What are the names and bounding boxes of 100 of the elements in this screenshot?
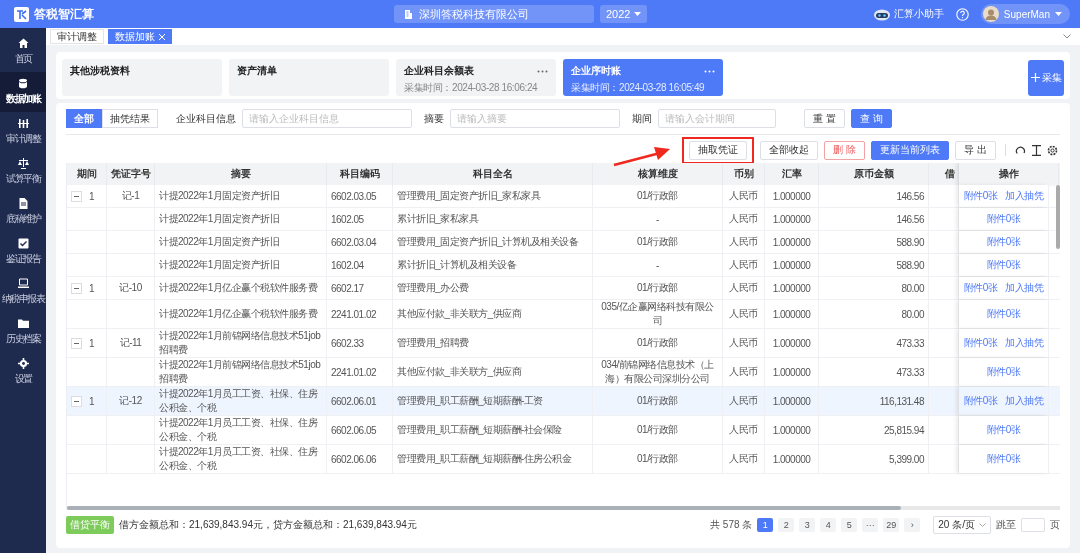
balance-badge: 借贷平衡 — [66, 516, 114, 534]
attachment-link[interactable]: 附件0张 — [986, 307, 1021, 321]
assistant-button[interactable]: 汇算小助手 — [872, 7, 944, 21]
attachment-link[interactable]: 附件0张 — [963, 336, 998, 350]
attachment-link[interactable]: 附件0张 — [963, 189, 998, 203]
scrollbar[interactable] — [67, 506, 902, 510]
summary-cell: 计提2022年1月固定资产折旧 — [159, 258, 280, 272]
page-button[interactable]: 3 — [799, 518, 816, 532]
attachment-link[interactable]: 附件0张 — [986, 258, 1021, 272]
chevron-down-icon[interactable] — [1063, 34, 1071, 39]
sidebar-item[interactable]: 设置 — [0, 352, 46, 392]
code-cell: 6602.33 — [331, 337, 364, 349]
source-card[interactable]: 企业序时账 采集时间：2024-03-28 16:05:49 — [563, 59, 723, 96]
dimension-cell: 01/行政部 — [637, 189, 678, 203]
scrollbar[interactable] — [1056, 185, 1060, 249]
table-row[interactable]: 计提2022年1月固定资产折旧 6602.03.04 管理费用_固定资产折旧_计算机及相关设备 01/行政部 人民币 1.000000 588.90 附件0张 — [67, 231, 1060, 254]
sidebar-item[interactable]: 首页 — [0, 32, 46, 72]
page-button[interactable]: 29 — [883, 518, 900, 532]
attachment-link[interactable]: 附件0张 — [986, 452, 1021, 466]
attachment-link[interactable]: 附件0张 — [986, 365, 1021, 379]
page-button[interactable]: 1 — [757, 518, 774, 532]
column-header: 科目全名 — [472, 167, 513, 181]
rate-cell: 1.000000 — [772, 424, 811, 436]
add-sample-link[interactable]: 加入抽凭 — [1005, 394, 1044, 408]
toolbar-button[interactable]: 抽取凭证 — [689, 140, 748, 160]
help-icon[interactable] — [955, 7, 969, 21]
database-icon — [17, 78, 29, 89]
dimension-cell: 01/行政部 — [637, 452, 678, 466]
refresh-icon[interactable] — [1015, 144, 1026, 156]
filter-mode-tab[interactable]: 抽凭结果 — [102, 109, 158, 128]
source-card[interactable]: 其他涉税资料 — [62, 59, 222, 96]
sidebar-item[interactable]: 试算平衡 — [0, 152, 46, 192]
period-cell: 1 — [88, 282, 94, 294]
currency-cell: 人民币 — [729, 189, 758, 203]
amount-cell: 80.00 — [901, 282, 924, 294]
page-button[interactable]: 4 — [820, 518, 837, 532]
table-row[interactable]: 计提2022年1月前锦网络信息技术51job招聘费 2241.01.02 其他应付款_非关联方_供应商 034/前锦网络信息技术（上海）有限公司深圳分公司 人民币 1.000000 473.33 附件0张 — [67, 358, 1060, 387]
more-icon[interactable] — [537, 69, 548, 73]
rate-cell: 1.000000 — [772, 282, 811, 294]
page-input[interactable] — [1021, 518, 1045, 532]
sidebar-item[interactable]: 审计调整 — [0, 112, 46, 152]
dimension-cell: 01/行政部 — [637, 394, 678, 408]
add-sample-link[interactable]: 加入抽凭 — [1005, 281, 1044, 295]
toolbar-button[interactable]: 全部收起 — [760, 140, 819, 160]
attachment-link[interactable]: 附件0张 — [986, 235, 1021, 249]
collapse-toggle[interactable] — [71, 282, 82, 294]
page-button[interactable]: 2 — [778, 518, 795, 532]
sidebar-item[interactable]: 底稿维护 — [0, 192, 46, 232]
tab[interactable]: 审计调整 — [50, 29, 104, 44]
table-row[interactable]: 计提2022年1月员工工资、社保、住房公积金、个税 6602.06.06 管理费用_职工薪酬_短期薪酬-住房公积金 01/行政部 人民币 1.000000 5,399.00 附件0张 — [67, 445, 1060, 474]
collect-button[interactable]: 采集 — [1028, 59, 1064, 96]
source-card[interactable]: 资产清单 — [229, 59, 389, 96]
sidebar-item[interactable]: 鉴证报告 — [0, 232, 46, 272]
toolbar-button[interactable]: 导 出 — [955, 140, 996, 160]
add-sample-link[interactable]: 加入抽凭 — [1005, 189, 1044, 203]
currency-cell: 人民币 — [729, 336, 758, 350]
close-icon[interactable] — [159, 33, 165, 40]
field-label: 摘要 — [424, 111, 444, 126]
sidebar-item[interactable]: 数据加账 — [0, 72, 46, 112]
summary-cell-text: 计提2022年1月员工工资、社保、住房公积金、个税 — [159, 416, 319, 444]
table-row[interactable]: 1 记-10 计提2022年1月亿企赢个税软件服务费 6602.17 管理费用_办公费 01/行政部 人民币 1.000000 80.00 附件0张 加入抽凭 — [67, 277, 1060, 300]
table-row[interactable]: 计提2022年1月固定资产折旧 1602.04 累计折旧_计算机及相关设备 - 人民币 1.000000 588.90 附件0张 — [67, 254, 1060, 277]
sidebar-item[interactable]: 历史档案 — [0, 312, 46, 352]
amount-cell: 588.90 — [896, 236, 924, 248]
filter-input[interactable]: 请输入企业科目信息 — [242, 109, 412, 128]
account-cell: 管理费用_固定资产折旧_计算机及相关设备 — [397, 235, 579, 249]
page-button[interactable]: ··· — [862, 518, 879, 532]
sidebar-item[interactable]: 纳税申报表 — [0, 272, 46, 312]
search-button[interactable]: 查 询 — [850, 109, 892, 128]
add-sample-link[interactable]: 加入抽凭 — [1005, 336, 1044, 350]
table-row[interactable]: 计提2022年1月亿企赢个税软件服务费 2241.01.02 其他应付款_非关联方_供应商 035/亿企赢网络科技有限公司 人民币 1.000000 80.00 附件0张 — [67, 300, 1060, 329]
table-row[interactable]: 1 记-11 计提2022年1月前锦网络信息技术51job招聘费 6602.33 管理费用_招聘费 01/行政部 人民币 1.000000 473.33 附件0张 加入抽凭 — [67, 329, 1060, 358]
attachment-link[interactable]: 附件0张 — [986, 423, 1021, 437]
table-row[interactable]: 1 记-12 计提2022年1月员工工资、社保、住房公积金、个税 6602.06.01 管理费用_职工薪酬_短期薪酬-工资 01/行政部 人民币 1.000000 116,131.48 附件0张 加入抽凭 — [67, 387, 1060, 416]
toolbar-button[interactable]: 更新当前列表 — [871, 140, 950, 160]
column-header: 汇率 — [781, 167, 802, 181]
amount-cell: 116,131.48 — [879, 395, 924, 407]
toolbar-button[interactable]: 删 除 — [824, 140, 866, 160]
page-size-select[interactable]: 20 条/页 — [933, 516, 991, 534]
attachment-link[interactable]: 附件0张 — [986, 212, 1021, 226]
dimension-cell: 01/行政部 — [637, 336, 678, 350]
filter-input[interactable]: 请输入摘要 — [450, 109, 620, 128]
filter-input[interactable]: 请输入会计期间 — [658, 109, 776, 128]
collapse-toggle[interactable] — [71, 337, 82, 349]
table-row[interactable]: 计提2022年1月员工工资、社保、住房公积金、个税 6602.06.05 管理费用_职工薪酬_短期薪酬-社会保险 01/行政部 人民币 1.000000 25,815.94 附件0张 — [67, 416, 1060, 445]
settings-icon[interactable] — [1047, 144, 1058, 156]
row-height-icon[interactable] — [1032, 144, 1041, 156]
collapse-toggle[interactable] — [71, 190, 82, 202]
filter-mode-tab[interactable]: 全部 — [66, 109, 102, 128]
tab[interactable]: 数据加账 — [108, 29, 172, 44]
next-page-button[interactable]: › — [904, 518, 921, 532]
voucher-cell: 记-10 — [119, 281, 142, 295]
more-icon[interactable] — [704, 69, 715, 73]
attachment-link[interactable]: 附件0张 — [963, 281, 998, 295]
attachment-link[interactable]: 附件0张 — [963, 394, 998, 408]
account-cell: 累计折旧_计算机及相关设备 — [397, 258, 517, 272]
reset-button[interactable]: 重 置 — [804, 109, 845, 128]
source-card[interactable]: 企业科目余额表 采集时间：2024-03-28 16:06:24 — [396, 59, 556, 96]
page-button[interactable]: 5 — [841, 518, 858, 532]
collapse-toggle[interactable] — [71, 395, 82, 407]
